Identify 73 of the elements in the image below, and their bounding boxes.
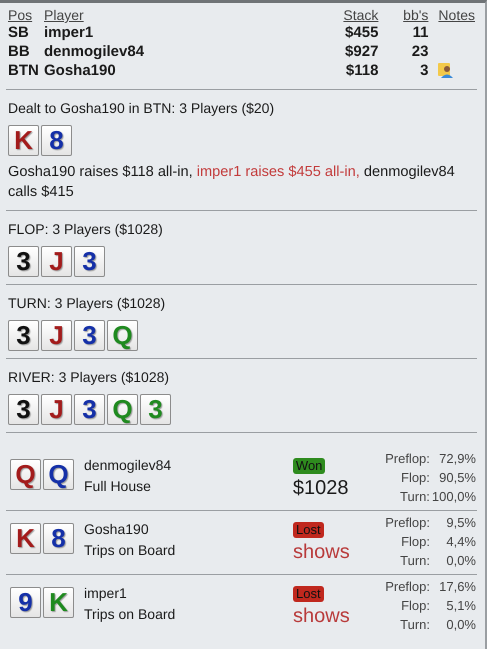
column-header[interactable]: Notes: [430, 7, 477, 23]
playing-card: 3: [140, 394, 171, 425]
equity-value: 5,1%: [445, 597, 477, 615]
playing-card: 3: [74, 246, 105, 277]
equity-label: Flop:: [400, 533, 431, 551]
street-title: FLOP: 3 Players ($1028): [7, 220, 164, 239]
equity-label: Preflop:: [384, 578, 431, 596]
equity-value: 100,0%: [430, 488, 477, 506]
column-header[interactable]: Pos: [6, 7, 42, 23]
playing-card: K: [10, 523, 41, 554]
result-badge: Won: [292, 458, 326, 474]
table-cell-text: BB: [7, 42, 31, 61]
equity-label: Flop:: [400, 597, 431, 615]
equity-value: 17,6%: [438, 578, 477, 596]
playing-card: 8: [41, 125, 72, 156]
playing-card: 3: [74, 320, 105, 351]
playing-card: J: [41, 320, 72, 351]
playing-card: Q: [107, 394, 138, 425]
table-cell-text: 11: [412, 23, 430, 42]
equity-label: Preflop:: [384, 514, 431, 532]
result-amount: $1028: [292, 476, 350, 500]
table-cell-text: $455: [344, 23, 380, 42]
equity-value: 4,4%: [445, 533, 477, 551]
table-cell-text: BTN: [7, 61, 40, 80]
playing-card: Q: [107, 320, 138, 351]
result-badge: Lost: [293, 586, 324, 602]
table-cell-text: 23: [410, 42, 430, 61]
player-name: denmogilev84: [84, 456, 172, 475]
result-amount: shows: [293, 540, 351, 564]
result-badge: Lost: [293, 522, 324, 538]
playing-card: 3: [8, 394, 39, 425]
table-cell-text: denmogilev84: [43, 42, 146, 61]
playing-card: K: [43, 587, 74, 618]
playing-card: K: [8, 125, 39, 156]
playing-card: J: [41, 394, 72, 425]
equity-value: 9,5%: [445, 514, 477, 532]
table-cell-text: $927: [344, 42, 380, 61]
column-header[interactable]: Stack: [288, 7, 380, 23]
playing-card: 3: [8, 246, 39, 277]
player-name: imper1: [84, 584, 128, 603]
equity-label: Flop:: [400, 469, 431, 487]
result-amount: shows: [293, 604, 351, 628]
column-header[interactable]: Player: [42, 7, 288, 23]
note-icon[interactable]: [438, 62, 454, 78]
column-header[interactable]: bb's: [380, 7, 430, 23]
table-cell-text: $118: [344, 61, 380, 80]
street-title: Dealt to Gosha190 in BTN: 3 Players ($20): [7, 99, 276, 118]
player-name: Gosha190: [84, 520, 150, 539]
equity-value: 90,5%: [438, 469, 477, 487]
equity-value: 0,0%: [445, 552, 477, 570]
table-cell-text: 3: [419, 61, 430, 80]
action-text: Gosha190 raises $118 all-in, imper1 raises $455 all-in, denmogilev84 calls $415: [7, 163, 456, 202]
equity-value: 0,0%: [445, 616, 477, 634]
hand-description: Full House: [84, 477, 152, 496]
hand-description: Trips on Board: [84, 541, 176, 560]
playing-card: 9: [10, 587, 41, 618]
playing-card: 3: [74, 394, 105, 425]
equity-label: Turn:: [399, 488, 431, 506]
hand-description: Trips on Board: [84, 605, 176, 624]
table-cell-text: Gosha190: [43, 61, 117, 80]
equity-label: Preflop:: [384, 450, 431, 468]
equity-value: 72,9%: [438, 450, 477, 468]
playing-card: J: [41, 246, 72, 277]
street-title: RIVER: 3 Players ($1028): [7, 368, 170, 387]
playing-card: Q: [43, 459, 74, 490]
playing-card: Q: [10, 459, 41, 490]
table-cell-text: imper1: [43, 23, 94, 42]
playing-card: 3: [8, 320, 39, 351]
equity-label: Turn:: [399, 552, 431, 570]
street-title: TURN: 3 Players ($1028): [7, 294, 166, 313]
playing-card: 8: [43, 523, 74, 554]
table-cell-text: SB: [7, 23, 30, 42]
equity-label: Turn:: [399, 616, 431, 634]
